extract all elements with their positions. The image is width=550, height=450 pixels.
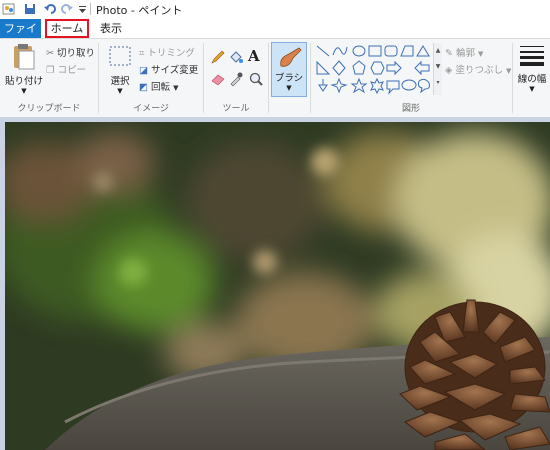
outline-dropdown-arrow[interactable]: ▼ <box>478 50 483 58</box>
paste-dropdown-arrow[interactable]: ▼ <box>4 87 44 95</box>
right-arrow-shape-icon <box>386 60 402 76</box>
cut-button[interactable]: ✂ 切り取り <box>46 45 95 59</box>
color-picker-icon[interactable] <box>228 71 244 87</box>
shapes-gallery[interactable] <box>315 43 433 95</box>
tools-group: A ツール <box>204 39 268 117</box>
diamond-shape-icon <box>332 60 346 76</box>
brush-dropdown-arrow[interactable]: ▼ <box>272 84 306 92</box>
fill-label: 塗りつぶし <box>455 65 503 76</box>
five-point-star-shape-icon <box>350 77 368 94</box>
outline-button[interactable]: ✎ 輪郭 ▼ <box>445 45 483 59</box>
six-point-star-shape-icon <box>370 77 384 95</box>
title-separator <box>90 3 91 15</box>
right-triangle-shape-icon <box>316 60 331 75</box>
paste-icon <box>14 44 35 70</box>
brush-icon <box>280 47 302 67</box>
outline-label: 輪郭 <box>456 48 476 59</box>
oval-callout-shape-icon <box>401 79 417 91</box>
ribbon-tabs: ファイル ホーム 表示 <box>0 19 550 54</box>
triangle-shape-icon <box>416 45 430 57</box>
tools-group-label: ツール <box>222 104 250 114</box>
fill-bucket-icon[interactable] <box>228 49 244 65</box>
resize-label: サイズ変更 <box>151 65 199 76</box>
resize-icon: ◪ <box>139 65 148 76</box>
left-arrow-shape-icon <box>414 60 430 76</box>
brush-label: ブラシ <box>274 73 304 84</box>
shapes-group: ▲ ▼ ▾ ✎ 輪郭 ▼ ◈ 塗りつぶし ▼ 図形 <box>311 39 511 117</box>
fill-button[interactable]: ◈ 塗りつぶし ▼ <box>445 62 511 76</box>
photo-canvas[interactable] <box>5 122 550 450</box>
eraser-icon[interactable] <box>210 71 226 87</box>
outline-icon: ✎ <box>445 48 453 59</box>
divider <box>268 43 269 113</box>
shapes-group-label: 図形 <box>401 104 420 114</box>
text-tool-icon[interactable]: A <box>248 47 260 65</box>
paste-label: 貼り付け <box>4 76 43 87</box>
redo-icon[interactable] <box>60 2 74 16</box>
brush-button[interactable]: ブラシ ▼ <box>271 42 307 97</box>
fill-icon: ◈ <box>445 65 453 76</box>
size-button[interactable]: 線の幅 ▼ <box>514 43 550 99</box>
polygon-shape-icon <box>400 45 414 57</box>
cut-label: 切り取り <box>57 48 96 59</box>
size-dropdown-arrow[interactable]: ▼ <box>514 85 550 93</box>
crop-label: トリミング <box>147 48 195 59</box>
clipboard-group: 貼り付け ▼ ✂ 切り取り ❐ コピー クリップボード <box>0 39 98 117</box>
line-width-icon <box>520 46 544 66</box>
four-point-star-shape-icon <box>330 77 348 94</box>
resize-button[interactable]: ◪ サイズ変更 <box>139 62 198 76</box>
rotate-button[interactable]: ◩ 回転 ▼ <box>139 79 178 93</box>
clipboard-group-label: クリップボード <box>17 104 81 114</box>
select-button[interactable]: 選択 ▼ <box>105 45 135 101</box>
rounded-rectangle-shape-icon <box>384 45 398 57</box>
down-arrow-shape-icon <box>318 79 328 92</box>
tab-file[interactable]: ファイル <box>0 19 41 54</box>
paint-app-icon[interactable] <box>2 2 16 16</box>
image-group: 選択 ▼ ⌗ トリミング ◪ サイズ変更 ◩ 回転 ▼ イメージ <box>99 39 203 117</box>
oval-shape-icon <box>352 45 366 57</box>
select-label: 選択 <box>110 76 130 87</box>
title-bar: Photo - ペイント <box>0 0 550 19</box>
copy-button[interactable]: ❐ コピー <box>46 62 86 76</box>
magnifier-icon[interactable] <box>248 71 264 87</box>
ribbon: 貼り付け ▼ ✂ 切り取り ❐ コピー クリップボード 選択 ▼ ⌗ トリミング… <box>0 38 550 118</box>
cloud-callout-shape-icon <box>417 78 430 94</box>
divider <box>512 43 513 113</box>
rotate-dropdown-arrow[interactable]: ▼ <box>173 84 178 92</box>
select-rectangle-icon <box>109 46 131 66</box>
copy-label: コピー <box>57 65 87 76</box>
rectangle-shape-icon <box>368 45 382 57</box>
pentagon-shape-icon <box>352 60 366 75</box>
rotate-label: 回転 <box>151 82 171 93</box>
tab-view[interactable]: 表示 <box>100 19 122 38</box>
copy-icon: ❐ <box>46 65 55 76</box>
hexagon-shape-icon <box>370 61 385 75</box>
curve-shape-icon <box>332 46 348 56</box>
canvas-area[interactable] <box>0 117 550 450</box>
rotate-icon: ◩ <box>139 82 148 93</box>
pencil-icon[interactable] <box>210 49 226 65</box>
size-label: 線の幅 <box>517 74 547 85</box>
select-dropdown-arrow[interactable]: ▼ <box>105 87 135 95</box>
undo-icon[interactable] <box>43 2 57 16</box>
window-title: Photo - ペイント <box>96 4 183 17</box>
fill-dropdown-arrow[interactable]: ▼ <box>506 67 511 75</box>
scissors-icon: ✂ <box>46 48 54 59</box>
line-shape-icon <box>316 45 330 57</box>
pinecone-photo <box>5 122 550 450</box>
crop-button[interactable]: ⌗ トリミング <box>139 45 195 59</box>
rectangle-callout-shape-icon <box>386 80 400 95</box>
paste-button[interactable]: 貼り付け ▼ <box>4 43 44 99</box>
crop-icon: ⌗ <box>139 48 145 59</box>
tab-home[interactable]: ホーム <box>45 19 89 38</box>
save-icon[interactable] <box>24 2 36 16</box>
image-group-label: イメージ <box>133 104 169 114</box>
shapes-scroll[interactable]: ▲ ▼ ▾ <box>433 43 442 95</box>
customize-qat-icon[interactable] <box>78 2 88 16</box>
